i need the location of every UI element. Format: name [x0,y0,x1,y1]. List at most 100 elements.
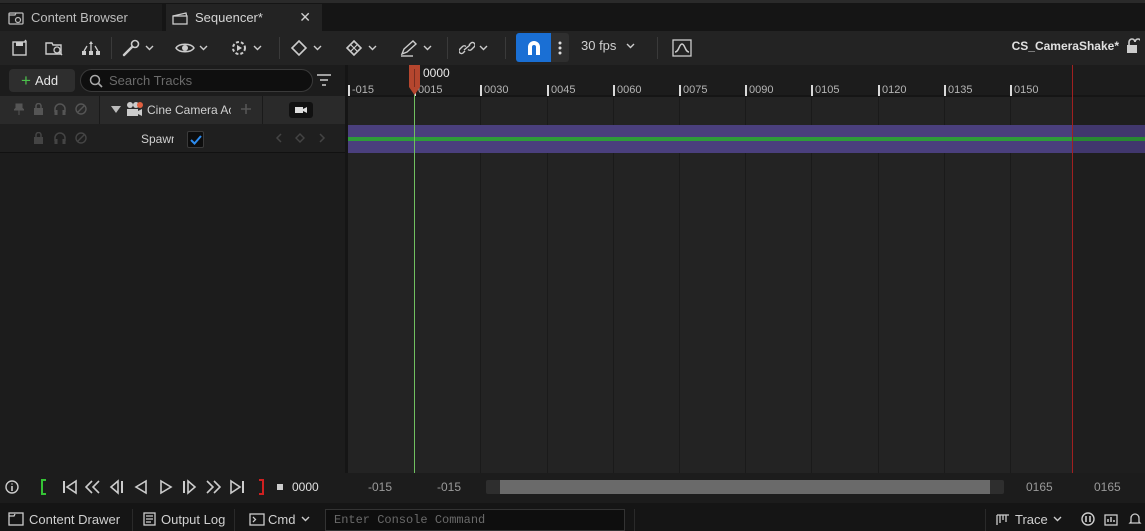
add-key-icon[interactable] [295,133,305,143]
working-range-start[interactable]: -015 [437,480,461,494]
curve-editor-button[interactable] [672,35,692,61]
next-key-icon[interactable] [317,133,327,143]
loop-mode-icon[interactable] [277,484,283,490]
lock-icon[interactable] [33,132,44,144]
snap-options-button[interactable] [551,33,569,62]
play-icon[interactable] [158,479,174,495]
playhead-handle[interactable] [408,65,421,95]
edit-options-menu[interactable] [399,35,432,61]
mute-circle-icon[interactable] [75,103,87,115]
next-key-icon[interactable] [205,479,221,495]
ruler-tick [878,85,880,96]
timeline-gridline [613,97,614,473]
key-cross-icon [345,39,363,57]
key-options-menu[interactable] [289,35,322,61]
ruler-tick [547,85,549,96]
headphones-icon[interactable] [54,132,66,144]
info-icon[interactable] [5,480,19,494]
chevron-down-icon [301,516,310,522]
view-options-menu[interactable] [175,35,208,61]
pin-icon[interactable] [14,103,24,115]
camera-cut-lock-button[interactable] [289,102,313,118]
search-tracks-input[interactable] [109,73,309,88]
trace-icon [996,514,1009,525]
add-subtrack-icon[interactable] [240,103,252,115]
status-separator [234,509,235,531]
ruler-tick-label: 0075 [683,84,708,96]
timeline-gridline [944,97,945,473]
playback-end-bracket-icon[interactable] [256,479,266,495]
timeline-area[interactable]: -015 0015 0030 0045 0060 0075 0090 0105 0120 0135… [348,65,1145,473]
find-in-content-browser-button[interactable] [44,35,64,61]
jump-to-start-icon[interactable] [62,479,78,495]
close-icon[interactable]: ✕ [299,9,311,26]
derived-data-icon[interactable] [1081,512,1095,526]
magnet-icon [527,40,540,55]
save-button[interactable] [11,35,29,61]
output-log-button[interactable]: Output Log [143,507,225,531]
add-track-button[interactable]: + Add [9,69,75,92]
snap-toggle-button[interactable] [516,33,551,62]
mute-circle-icon[interactable] [75,132,87,144]
ruler-tick-label: 0120 [882,84,907,96]
vertical-ellipsis-icon [558,41,562,54]
console-command-field[interactable] [325,509,625,531]
playhead-frame-label: 0000 [423,66,450,80]
ruler-tick-label: 0060 [617,84,642,96]
playhead-line[interactable] [414,95,415,473]
auto-key-menu[interactable] [344,35,377,61]
toolbar-separator [505,37,506,59]
key-diamond-icon [290,39,308,57]
ruler-tick [745,85,747,96]
trace-menu[interactable]: Trace [996,507,1062,531]
working-range-end[interactable]: 0165 [1026,480,1053,494]
frame-rate-selector[interactable]: 30 fps [581,38,616,53]
source-control-icon[interactable] [1104,512,1118,526]
expand-triangle-icon[interactable] [111,106,121,113]
timeline-gridline [679,97,680,473]
notifications-icon[interactable] [1128,512,1142,526]
console-command-input[interactable] [326,510,624,530]
previous-key-icon[interactable] [274,133,284,143]
playback-end-marker[interactable] [1072,65,1073,473]
current-frame-field[interactable]: 0000 [292,480,319,494]
playback-options-menu[interactable] [229,35,262,61]
trace-label: Trace [1015,511,1048,527]
jump-to-end-icon[interactable] [229,479,245,495]
play-reverse-icon[interactable] [133,479,149,495]
link-options-menu[interactable] [459,35,488,61]
spawned-checkbox[interactable] [187,131,204,148]
status-separator [985,509,986,531]
lock-icon[interactable] [1126,38,1140,54]
cmd-selector[interactable]: Cmd [249,507,310,531]
lock-icon[interactable] [33,103,44,115]
tab-sequencer[interactable]: Sequencer* ✕ [166,4,322,31]
link-icon [459,41,475,55]
cmd-label: Cmd [268,511,296,527]
timeline-gridline [480,97,481,473]
chevron-down-icon[interactable] [626,43,635,49]
headphones-icon[interactable] [54,103,66,115]
ruler-tick-label: 0135 [948,84,973,96]
view-range-start[interactable]: -015 [368,480,392,494]
view-range-end[interactable]: 0165 [1094,480,1121,494]
actors-to-sequencer-button[interactable] [80,35,102,61]
toolbar-separator [657,37,658,59]
search-tracks-field[interactable] [80,69,313,92]
sub-track-label: Spawned [141,132,174,146]
step-back-icon[interactable] [108,479,124,495]
ruler-tick-label: 0030 [484,84,509,96]
checkmark-icon [189,134,202,145]
tab-content-browser[interactable]: Content Browser [0,4,162,31]
ruler-tick [480,85,482,96]
filter-icon[interactable] [316,73,332,87]
ruler-tick-label: 0090 [749,84,774,96]
content-drawer-button[interactable]: Content Drawer [8,507,120,531]
ruler-tick [944,85,946,96]
previous-key-icon[interactable] [85,479,101,495]
tools-menu[interactable] [121,35,154,61]
timeline-scrollbar-thumb[interactable] [500,480,990,494]
timeline-gridline [811,97,812,473]
step-forward-icon[interactable] [182,479,198,495]
playback-start-bracket-icon[interactable] [39,479,49,495]
